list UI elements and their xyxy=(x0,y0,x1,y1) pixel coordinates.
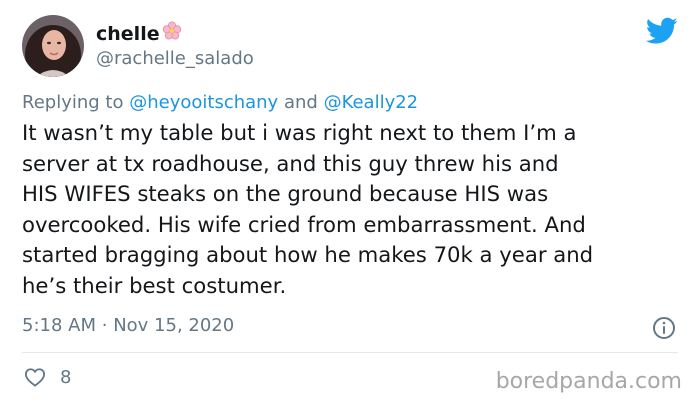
info-icon[interactable] xyxy=(652,316,676,340)
tweet-time[interactable]: 5:18 AM xyxy=(22,315,96,336)
tweet-line: It wasn’t my table but i was right next … xyxy=(22,120,577,145)
watermark: boredpanda.com xyxy=(495,369,682,394)
tweet-line: server at tx roadhouse, and this guy thr… xyxy=(22,150,559,176)
divider xyxy=(22,352,678,353)
tweet-timestamp[interactable]: 5:18 AM · Nov 15, 2020 xyxy=(22,315,234,337)
reply-context: Replying to @heyooitschany and @Keally22 xyxy=(22,92,418,114)
tweet-line: started bragging about how he makes 70k … xyxy=(22,242,594,268)
avatar[interactable] xyxy=(22,15,84,77)
tweet-text: It wasn’t my table but i was right next … xyxy=(22,118,682,302)
heart-icon[interactable] xyxy=(24,367,46,387)
reply-prefix: Replying to xyxy=(22,92,124,113)
reply-user-link-2[interactable]: @Keally22 xyxy=(324,92,419,113)
reply-conjunction: and xyxy=(283,92,318,113)
cherry-blossom-icon xyxy=(162,21,182,47)
tweet-line: HIS WIFES steaks on the ground because H… xyxy=(22,181,549,207)
tweet-line: overcooked. His wife cried from embarras… xyxy=(22,211,586,237)
author-name-row[interactable]: chelle xyxy=(96,21,182,47)
timestamp-separator: · xyxy=(101,315,108,336)
reply-user-link-1[interactable]: @heyooitschany xyxy=(129,92,278,113)
like-count: 8 xyxy=(60,367,72,388)
author-name[interactable]: chelle xyxy=(96,22,160,46)
author-handle[interactable]: @rachelle_salado xyxy=(96,48,254,70)
tweet-line: he’s their best costumer. xyxy=(22,272,287,298)
twitter-bird-icon[interactable] xyxy=(645,17,678,45)
tweet-date[interactable]: Nov 15, 2020 xyxy=(113,315,234,336)
